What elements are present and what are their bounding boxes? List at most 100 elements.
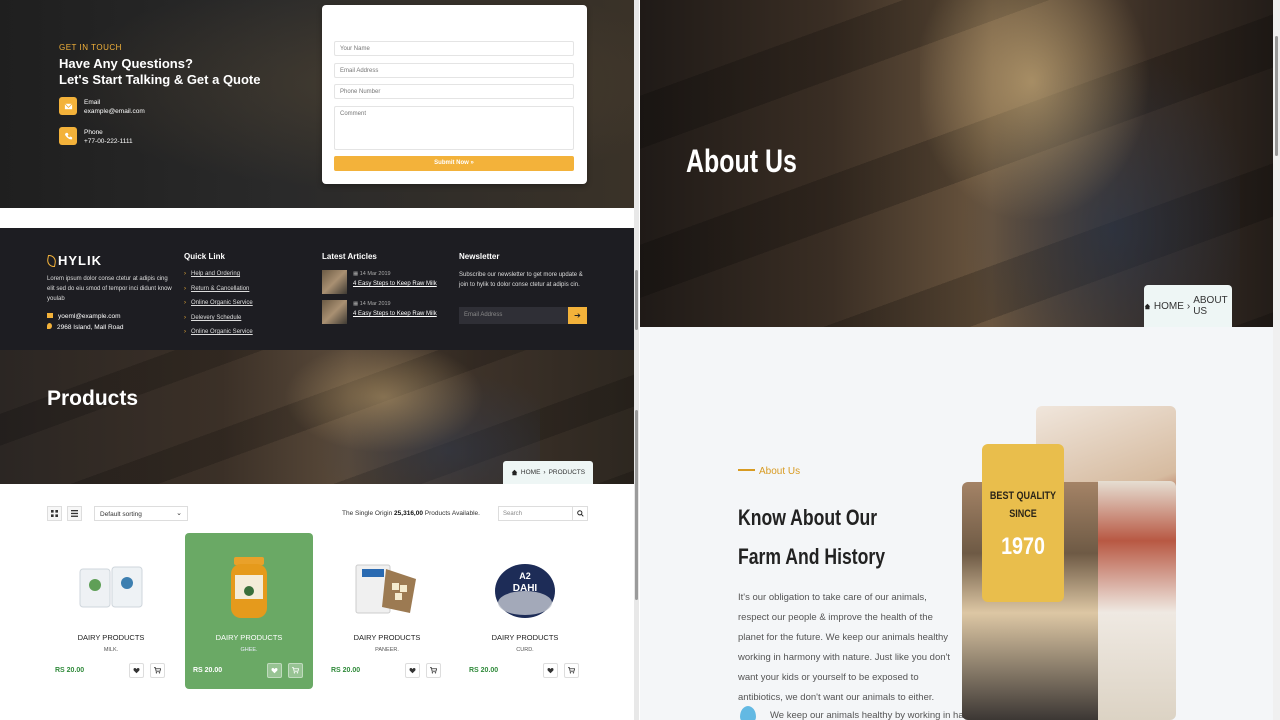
email-label: Email [84,99,101,106]
newsletter-title: Newsletter [459,252,500,261]
product-card[interactable]: DAIRY PRODUCTS MILK. RS 20.00 [47,533,175,689]
cart-icon[interactable] [426,663,441,678]
search-input[interactable]: Search [503,511,522,517]
phone-input[interactable]: Phone Number [334,84,574,99]
quote-form: Your Name Email Address Phone Number Com… [322,5,587,184]
right-browser-pane: About Us HOME › ABOUT US About Us Know A… [640,0,1280,720]
newsletter-text: Subscribe our newsletter to get more upd… [459,272,583,288]
contact-eyebrow: GET IN TOUCH [59,43,122,52]
wishlist-heart-icon[interactable] [267,663,282,678]
footer-about: Lorem ipsum dolor conse ctetur at adipis… [47,276,172,302]
quick-link-1[interactable]: Help and Ordering [184,271,240,277]
quick-link-title: Quick Link [184,252,225,261]
quick-link-2[interactable]: Return & Cancellation [184,286,249,292]
sort-select-value: Default sorting [100,511,142,518]
cart-icon[interactable] [564,663,579,678]
product-card[interactable]: DAIRY PRODUCTS PANEER. RS 20.00 [323,533,451,689]
product-name[interactable]: DAIRY PRODUCTS [47,633,175,642]
breadcrumb-separator: › [1186,300,1191,312]
breadcrumb-home-link[interactable]: HOME [521,469,541,476]
ghee-image [214,555,284,621]
newsletter-submit-button[interactable]: ➔ [568,307,587,324]
quick-link-4[interactable]: Delevery Schedule [184,315,241,321]
svg-text:DAHI: DAHI [513,583,538,594]
contact-phone: Phone +77-00-222-1111 [84,128,133,146]
article-thumbnail [322,270,347,294]
quality-badge: BEST QUALITY SINCE 1970 [982,444,1064,602]
product-price: RS 20.00 [55,667,85,674]
footer-email-text: yoeml@example.com [58,313,121,320]
about-breadcrumb: HOME › ABOUT US [1144,285,1232,327]
article-title[interactable]: 4 Easy Steps to Keep Raw Milk [353,311,437,317]
about-heading-line1: Know About Our [738,505,878,530]
phone-value: +77-00-222-1111 [84,138,133,145]
comment-textarea[interactable]: Comment [334,106,574,150]
grid-view-icon[interactable] [47,506,62,521]
badge-title: BEST QUALITY SINCE [989,487,1056,523]
wishlist-heart-icon[interactable] [405,663,420,678]
right-scroll-thumb[interactable] [1275,36,1278,156]
product-card[interactable]: A2 DAHI DAIRY PRODUCTS CURD. RS 20.00 [461,533,589,689]
newsletter-email-input[interactable]: Email Address [459,307,568,324]
email-input[interactable]: Email Address [334,63,574,78]
footer-address-text: 2968 Island, Mall Road [57,324,124,331]
wishlist-heart-icon[interactable] [129,663,144,678]
cart-icon[interactable] [288,663,303,678]
phone-icon [59,127,77,145]
name-input[interactable]: Your Name [334,41,574,56]
latest-articles-title: Latest Articles [322,252,377,261]
footer-email[interactable]: yoeml@example.com [47,313,121,320]
hero-photo [280,350,540,484]
home-icon [511,469,518,476]
badge-line1: BEST QUALITY [989,490,1057,502]
about-image-collage: BEST QUALITY SINCE 1970 [962,406,1176,720]
email-value: example@email.com [84,108,145,115]
site-footer: HYLIK Lorem ipsum dolor conse ctetur at … [0,228,634,350]
sort-select[interactable]: Default sorting ⌄ [94,506,188,521]
wishlist-heart-icon[interactable] [543,663,558,678]
left-scroll-thumb[interactable] [635,270,638,330]
product-name[interactable]: DAIRY PRODUCTS [461,633,589,642]
availability-prefix: The Single Origin [342,510,393,517]
submit-button[interactable]: Submit Now » [334,156,574,171]
product-name[interactable]: DAIRY PRODUCTS [185,633,313,642]
footer-logo[interactable]: HYLIK [45,253,102,268]
availability-suffix: Products Available. [424,510,480,517]
water-drop-icon [740,706,756,720]
svg-text:A2: A2 [519,571,531,581]
right-scrollbar[interactable] [1273,0,1280,720]
product-category: MILK. [103,647,119,653]
article-item[interactable]: ▦ 14 Mar 2019 4 Easy Steps to Keep Raw M… [322,270,452,294]
products-availability: The Single Origin 25,316,00 Products Ava… [342,510,480,517]
quick-link-3[interactable]: Online Organic Service [184,300,253,306]
breadcrumb-home-link[interactable]: HOME [1154,301,1184,312]
mail-icon [47,313,53,318]
milk-jar-photo [1098,481,1176,720]
products-title: Products [47,387,139,410]
product-name[interactable]: DAIRY PRODUCTS [323,633,451,642]
contact-heading-line1: Have Any Questions? [59,56,193,71]
product-card[interactable]: DAIRY PRODUCTS GHEE. RS 20.00 [185,533,313,689]
left-scroll-thumb-lower[interactable] [635,410,638,600]
product-category: PANEER. [375,647,399,653]
about-heading-line2: Farm And History [738,544,886,569]
contact-heading: Have Any Questions? Let's Start Talking … [59,56,299,88]
search-icon[interactable] [572,507,587,520]
article-item[interactable]: ▦ 14 Mar 2019 4 Easy Steps to Keep Raw M… [322,300,452,324]
list-view-icon[interactable] [67,506,82,521]
breadcrumb-current: ABOUT US [1193,295,1228,317]
article-date: ▦ 14 Mar 2019 [353,271,391,277]
footer-address: 2968 Island, Mall Road [47,323,124,331]
paneer-image [352,555,422,621]
article-title[interactable]: 4 Easy Steps to Keep Raw Milk [353,281,437,287]
quick-link-5[interactable]: Online Organic Service [184,329,253,335]
products-breadcrumb: HOME › PRODUCTS [503,461,593,484]
product-price: RS 20.00 [469,667,499,674]
contact-section: GET IN TOUCH Have Any Questions? Let's S… [0,0,634,208]
product-search[interactable]: Search [498,506,588,521]
chevron-down-icon: ⌄ [176,510,182,517]
about-title: About Us [686,143,797,179]
breadcrumb-separator: › [543,469,546,476]
cart-icon[interactable] [150,663,165,678]
home-icon [1144,303,1151,309]
